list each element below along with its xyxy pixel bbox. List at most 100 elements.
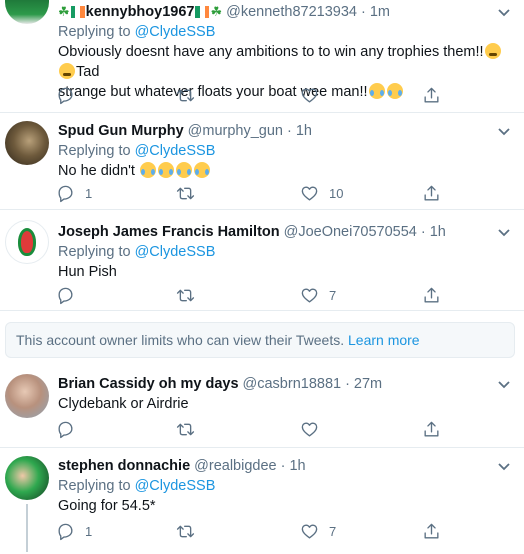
timestamp[interactable]: 1h bbox=[296, 123, 312, 139]
user-handle[interactable]: @kenneth87213934 bbox=[226, 4, 357, 20]
avatar[interactable] bbox=[5, 220, 49, 264]
tweet[interactable]: ☘ kennybhoy1967 ☘ @kenneth87213934 · 1m … bbox=[0, 0, 524, 113]
tweet[interactable]: Spud Gun Murphy @murphy_gun · 1h Replyin… bbox=[0, 113, 524, 210]
reply-icon bbox=[58, 523, 73, 540]
reply-count: 1 bbox=[85, 523, 93, 539]
caret-down-icon[interactable] bbox=[496, 123, 512, 139]
replying-to-handle[interactable]: @ClydeSSB bbox=[135, 478, 216, 494]
tweet[interactable]: Brian Cassidy oh my days @casbrn18881 · … bbox=[0, 366, 524, 448]
like-button[interactable] bbox=[300, 418, 329, 440]
display-name[interactable]: Spud Gun Murphy bbox=[58, 123, 184, 139]
tweet-text-line: Obviously doesnt have any ambitions to t… bbox=[58, 44, 484, 60]
avatar[interactable] bbox=[5, 374, 49, 418]
share-button[interactable] bbox=[422, 182, 441, 204]
reply-button[interactable]: 1 bbox=[56, 182, 92, 204]
reply-count: 1 bbox=[85, 185, 93, 201]
like-button[interactable]: 7 bbox=[300, 520, 336, 542]
display-name[interactable]: Brian Cassidy oh my days bbox=[58, 376, 239, 392]
user-handle[interactable]: @casbrn18881 bbox=[243, 376, 342, 392]
limited-account-notice: This account owner limits who can view t… bbox=[5, 322, 515, 358]
caret-down-icon[interactable] bbox=[496, 458, 512, 474]
avatar[interactable] bbox=[5, 0, 49, 24]
like-icon bbox=[301, 287, 318, 303]
separator: · bbox=[286, 123, 292, 139]
tweet-actions bbox=[56, 84, 456, 106]
replying-to: Replying to @ClydeSSB bbox=[58, 476, 512, 496]
caret-down-icon[interactable] bbox=[496, 376, 512, 392]
timestamp[interactable]: 1h bbox=[430, 224, 446, 240]
share-button[interactable] bbox=[422, 84, 441, 106]
display-name[interactable]: kennybhoy1967 bbox=[86, 4, 195, 20]
reply-button[interactable] bbox=[56, 418, 85, 440]
display-name[interactable]: stephen donnachie bbox=[58, 458, 190, 474]
tweet-header: ☘ kennybhoy1967 ☘ @kenneth87213934 · 1m bbox=[58, 2, 512, 22]
share-button[interactable] bbox=[422, 284, 441, 306]
retweet-button[interactable] bbox=[176, 84, 205, 106]
like-button[interactable] bbox=[300, 84, 329, 106]
share-icon bbox=[424, 421, 439, 437]
reply-button[interactable]: 1 bbox=[56, 520, 92, 542]
like-button[interactable]: 10 bbox=[300, 182, 343, 204]
separator: · bbox=[420, 224, 426, 240]
laughing-emoji-icon bbox=[139, 162, 156, 178]
learn-more-link[interactable]: Learn more bbox=[348, 332, 420, 348]
retweet-button[interactable] bbox=[176, 520, 205, 542]
retweet-icon bbox=[176, 525, 195, 537]
retweet-icon bbox=[176, 89, 195, 101]
user-handle[interactable]: @JoeOnei70570554 bbox=[284, 224, 417, 240]
notice-text: This account owner limits who can view t… bbox=[16, 332, 345, 348]
tweet-actions: 1 7 bbox=[56, 520, 456, 542]
display-name[interactable]: Joseph James Francis Hamilton bbox=[58, 224, 280, 240]
replying-to-label: Replying to bbox=[58, 143, 131, 159]
like-count: 10 bbox=[329, 185, 344, 201]
tweet-text: Clydebank or Airdrie bbox=[58, 394, 512, 414]
retweet-button[interactable] bbox=[176, 182, 205, 204]
caret-down-icon[interactable] bbox=[496, 4, 512, 20]
thread-line bbox=[26, 504, 28, 552]
replying-to-handle[interactable]: @ClydeSSB bbox=[135, 244, 216, 260]
timestamp[interactable]: 1h bbox=[289, 458, 305, 474]
like-count: 7 bbox=[329, 287, 337, 303]
tweet[interactable]: Joseph James Francis Hamilton @JoeOnei70… bbox=[0, 210, 524, 311]
caret-down-icon[interactable] bbox=[496, 224, 512, 240]
like-icon bbox=[301, 523, 318, 539]
tweet-header: Spud Gun Murphy @murphy_gun · 1h bbox=[58, 121, 512, 141]
tweet-header: Joseph James Francis Hamilton @JoeOnei70… bbox=[58, 222, 512, 242]
like-count: 7 bbox=[329, 523, 337, 539]
avatar[interactable] bbox=[5, 456, 49, 500]
retweet-button[interactable] bbox=[176, 418, 205, 440]
shamrock-icon: ☘ bbox=[210, 4, 223, 19]
share-button[interactable] bbox=[422, 520, 441, 542]
reply-button[interactable] bbox=[56, 284, 85, 306]
reply-icon bbox=[58, 185, 73, 202]
tweet-header: Brian Cassidy oh my days @casbrn18881 · … bbox=[58, 374, 512, 394]
share-icon bbox=[424, 87, 439, 103]
timestamp[interactable]: 1m bbox=[370, 4, 390, 20]
laughing-emoji-icon bbox=[193, 162, 210, 178]
replying-to-label: Replying to bbox=[58, 478, 131, 494]
tweet-actions: 7 bbox=[56, 284, 456, 306]
reply-button[interactable] bbox=[56, 84, 85, 106]
user-handle[interactable]: @realbigdee bbox=[194, 458, 276, 474]
shamrock-icon: ☘ bbox=[58, 4, 70, 19]
separator: · bbox=[280, 458, 286, 474]
like-icon bbox=[301, 421, 318, 437]
tweet[interactable]: stephen donnachie @realbigdee · 1h Reply… bbox=[0, 448, 524, 554]
crest-icon bbox=[18, 228, 36, 256]
replying-to: Replying to @ClydeSSB bbox=[58, 141, 512, 161]
replying-to-handle[interactable]: @ClydeSSB bbox=[135, 143, 216, 159]
retweet-button[interactable] bbox=[176, 284, 205, 306]
tweet-actions bbox=[56, 418, 456, 440]
ireland-flag-icon bbox=[195, 6, 210, 18]
replying-to-handle[interactable]: @ClydeSSB bbox=[135, 24, 216, 40]
share-button[interactable] bbox=[422, 418, 441, 440]
avatar[interactable] bbox=[5, 121, 49, 165]
tweet-text-line: No he didn't bbox=[58, 163, 135, 179]
retweet-icon bbox=[176, 187, 195, 199]
tweet-text-line: Going for 54.5* bbox=[58, 498, 156, 514]
user-handle[interactable]: @murphy_gun bbox=[188, 123, 283, 139]
like-icon bbox=[301, 87, 318, 103]
timestamp[interactable]: 27m bbox=[354, 376, 382, 392]
like-button[interactable]: 7 bbox=[300, 284, 336, 306]
separator: · bbox=[345, 376, 350, 392]
